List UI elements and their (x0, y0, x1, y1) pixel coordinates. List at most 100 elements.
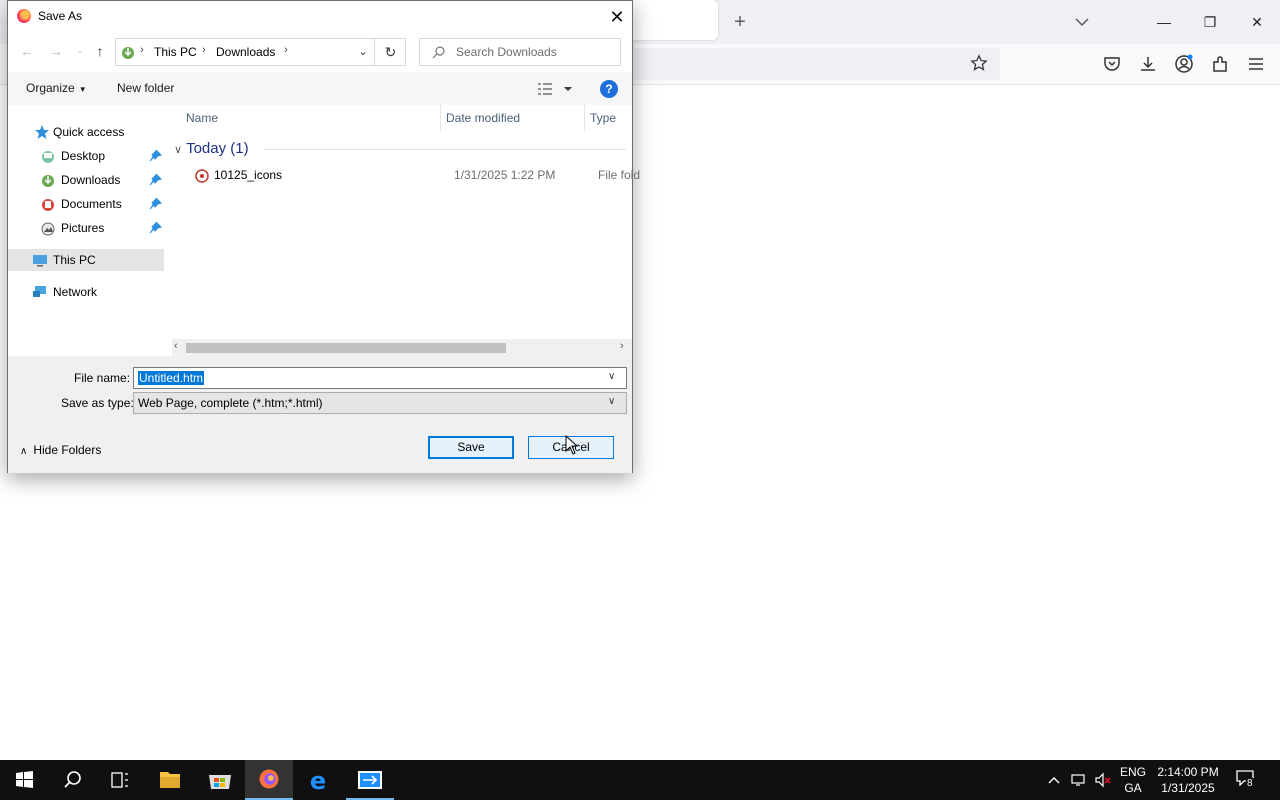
breadcrumb-this-pc[interactable]: This PC (154, 45, 197, 59)
pin-icon (149, 221, 162, 234)
task-view-icon[interactable] (96, 760, 144, 800)
browser-tab[interactable]: ✕ (630, 0, 718, 40)
breadcrumb-downloads[interactable]: Downloads (216, 45, 275, 59)
pictures-icon (41, 222, 55, 236)
file-name: 10125_icons (214, 168, 283, 182)
file-name-field[interactable]: Untitled.htm ∨ (133, 367, 627, 389)
hide-folders-button[interactable]: ∧ Hide Folders (20, 443, 101, 457)
refresh-icon[interactable]: ↻ (374, 39, 406, 65)
keyboard-layout: GA (1124, 781, 1142, 795)
save-type-select[interactable]: Web Page, complete (*.htm;*.html) ∨ (133, 392, 627, 414)
firefox-icon (17, 9, 31, 23)
pin-icon (149, 173, 162, 186)
save-button[interactable]: Save (428, 436, 514, 459)
scroll-left-icon[interactable]: ‹ (174, 340, 178, 352)
notification-center-icon[interactable]: 8 (1234, 768, 1260, 792)
change-view-icon[interactable] (537, 81, 577, 97)
column-type[interactable]: Type (590, 111, 616, 125)
file-row[interactable]: 10125_icons 1/31/2025 1:22 PM File folde… (180, 165, 640, 185)
nav-pictures[interactable]: Pictures (8, 217, 164, 239)
clock-time: 2:14:00 PM (1157, 765, 1219, 779)
url-bar[interactable] (620, 48, 1000, 80)
clock-date: 1/31/2025 (1161, 781, 1215, 795)
downloads-icon (42, 175, 54, 187)
svg-text:e: e (310, 767, 326, 795)
minimize-button[interactable]: — (1152, 10, 1176, 34)
volume-muted-icon[interactable] (1094, 772, 1112, 788)
navigation-pane: Quick access Desktop Downloads Documents… (8, 105, 164, 356)
search-input[interactable] (456, 44, 616, 60)
column-divider[interactable] (440, 105, 441, 131)
breadcrumb-separator-icon: › (202, 44, 206, 56)
file-name-label: File name: (74, 371, 131, 385)
dialog-close-button[interactable]: ✕ (600, 4, 634, 30)
downloads-icon[interactable] (1138, 54, 1158, 74)
horizontal-scrollbar[interactable]: ‹ › (172, 339, 632, 356)
group-header-today[interactable]: ∨ Today (1) (174, 140, 249, 157)
pocket-icon[interactable] (1102, 54, 1122, 74)
recent-locations-icon[interactable]: ⌄ (70, 41, 90, 61)
forward-arrow-icon[interactable]: → (46, 41, 66, 61)
network-status-icon[interactable] (1070, 772, 1088, 788)
search-icon[interactable] (48, 760, 96, 800)
pin-icon (149, 197, 162, 210)
nav-network[interactable]: Network (8, 281, 164, 303)
file-name-value[interactable]: Untitled.htm (138, 371, 205, 385)
back-arrow-icon[interactable]: ← (17, 41, 37, 61)
scroll-right-icon[interactable]: › (620, 340, 624, 352)
file-explorer-icon[interactable] (146, 760, 194, 800)
breadcrumb-separator-icon: › (140, 44, 144, 56)
account-icon[interactable] (1174, 54, 1194, 74)
nav-downloads-label: Downloads (61, 173, 121, 187)
remote-app-icon[interactable] (346, 760, 394, 800)
chevron-down-icon[interactable]: ∨ (608, 371, 615, 382)
bookmark-star-icon[interactable] (970, 54, 988, 72)
organize-button[interactable]: Organize ▼ (26, 81, 87, 95)
network-icon (33, 286, 46, 297)
column-date-modified[interactable]: Date modified (446, 111, 520, 125)
close-window-button[interactable]: ✕ (1245, 10, 1269, 34)
nav-downloads[interactable]: Downloads (8, 169, 164, 191)
restore-button[interactable]: ❐ (1198, 10, 1222, 34)
nav-this-pc-label: This PC (53, 253, 96, 267)
nav-quick-access-label: Quick access (53, 125, 125, 139)
chevron-down-icon: ▼ (78, 85, 87, 94)
address-dropdown-icon[interactable]: ⌄ (352, 39, 374, 65)
clock[interactable]: 2:14:00 PM 1/31/2025 (1152, 764, 1224, 796)
nav-quick-access[interactable]: Quick access (8, 121, 164, 143)
firefox-icon[interactable] (245, 760, 293, 800)
computer-icon (33, 255, 47, 267)
file-list: Name Date modified Type ∨ Today (1) 10125… (172, 105, 640, 356)
dialog-title-bar: Save As ✕ (8, 1, 632, 32)
start-windows-icon[interactable] (0, 760, 48, 800)
save-type-label: Save as type: (61, 396, 134, 410)
list-all-tabs-icon[interactable] (1072, 12, 1092, 32)
nav-this-pc[interactable]: This PC (8, 249, 164, 271)
extensions-icon[interactable] (1210, 54, 1230, 74)
chevron-up-icon[interactable] (1046, 773, 1062, 787)
save-as-dialog: Save As ✕ ← → ⌄ ↑ › This PC › Downloads … (7, 0, 640, 473)
hide-folders-label: Hide Folders (33, 443, 102, 457)
folder-icon (195, 169, 209, 183)
menu-icon[interactable] (1246, 54, 1266, 74)
group-header-label: Today (1) (186, 140, 249, 157)
address-bar[interactable]: › This PC › Downloads › ⌄ ↻ (115, 38, 406, 66)
store-icon[interactable] (196, 760, 244, 800)
column-name[interactable]: Name (186, 111, 218, 125)
notification-count: 8 (1246, 778, 1254, 789)
search-box[interactable] (419, 38, 621, 66)
edge-icon[interactable]: e (294, 760, 342, 800)
nav-documents-label: Documents (61, 197, 122, 211)
nav-desktop-label: Desktop (61, 149, 106, 163)
up-arrow-icon[interactable]: ↑ (90, 41, 110, 61)
new-folder-button[interactable]: New folder (117, 81, 174, 95)
chevron-down-icon[interactable]: ∨ (608, 396, 615, 407)
new-tab-button[interactable]: + (730, 12, 750, 32)
help-icon[interactable]: ? (600, 80, 618, 98)
input-language[interactable]: ENG GA (1118, 764, 1148, 796)
nav-documents[interactable]: Documents (8, 193, 164, 215)
taskbar: e ENG GA 2:14:00 PM 1/31/2025 8 (0, 760, 1280, 800)
column-divider[interactable] (584, 105, 585, 131)
scrollbar-thumb[interactable] (186, 343, 506, 353)
nav-desktop[interactable]: Desktop (8, 145, 164, 167)
